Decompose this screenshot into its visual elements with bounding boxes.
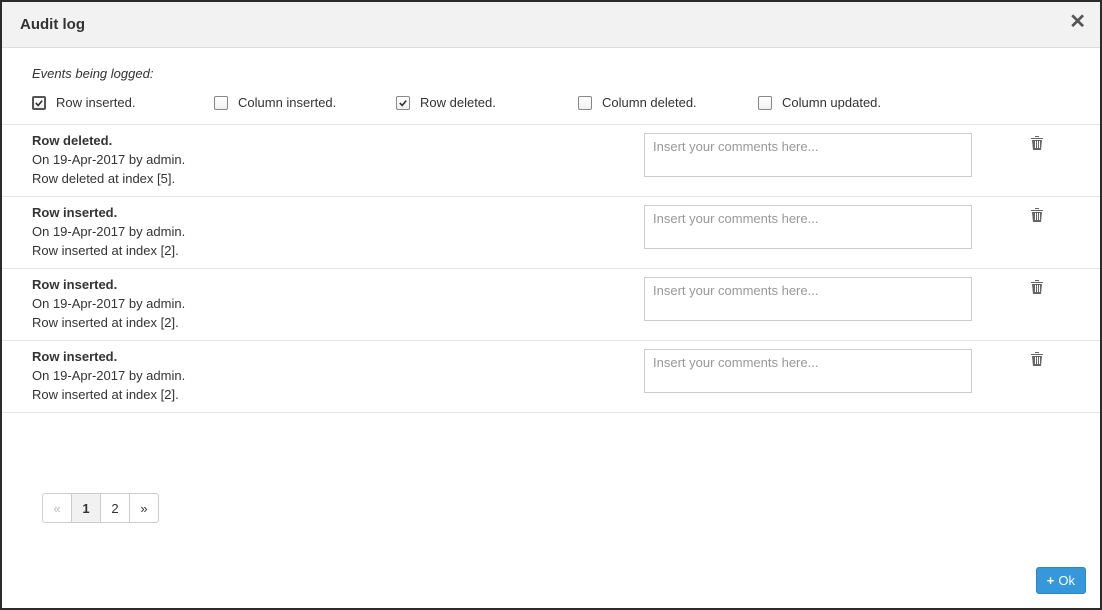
event-option-label: Column inserted.	[238, 95, 336, 110]
log-entry-title: Row inserted.	[32, 205, 644, 220]
events-options-row: Row inserted. Column inserted. Row delet…	[32, 95, 1070, 110]
checkbox-row-deleted[interactable]	[396, 96, 410, 110]
modal-title: Audit log	[20, 16, 85, 33]
close-icon[interactable]: ✕	[1069, 12, 1086, 32]
trash-icon[interactable]	[1030, 351, 1044, 367]
log-entry-info: Row inserted. On 19-Apr-2017 by admin. R…	[32, 349, 644, 402]
log-entry-info: Row inserted. On 19-Apr-2017 by admin. R…	[32, 205, 644, 258]
trash-icon[interactable]	[1030, 207, 1044, 223]
comment-input[interactable]	[644, 205, 972, 249]
event-option-column-deleted: Column deleted.	[578, 95, 758, 110]
event-option-row-inserted: Row inserted.	[32, 95, 214, 110]
event-option-row-deleted: Row deleted.	[396, 95, 578, 110]
log-entry-detail: Row inserted at index [2].	[32, 315, 644, 330]
trash-icon[interactable]	[1030, 135, 1044, 151]
log-entry-info: Row inserted. On 19-Apr-2017 by admin. R…	[32, 277, 644, 330]
event-option-column-updated: Column updated.	[758, 95, 881, 110]
log-entry-actions	[972, 205, 1070, 223]
events-filter: Events being logged: Row inserted. Colum…	[2, 48, 1100, 124]
page-prev-button[interactable]: «	[42, 493, 72, 523]
event-option-label: Row inserted.	[56, 95, 135, 110]
trash-icon[interactable]	[1030, 279, 1044, 295]
event-option-column-inserted: Column inserted.	[214, 95, 396, 110]
checkbox-column-inserted[interactable]	[214, 96, 228, 110]
log-entry-meta: On 19-Apr-2017 by admin.	[32, 152, 644, 167]
audit-log-modal: Audit log ✕ Events being logged: Row ins…	[0, 0, 1102, 610]
event-option-label: Column deleted.	[602, 95, 697, 110]
log-entry-detail: Row deleted at index [5].	[32, 171, 644, 186]
event-option-label: Column updated.	[782, 95, 881, 110]
comment-input[interactable]	[644, 133, 972, 177]
comment-input[interactable]	[644, 349, 972, 393]
log-entry-title: Row inserted.	[32, 349, 644, 364]
page-button-1[interactable]: 1	[71, 493, 101, 523]
comment-input[interactable]	[644, 277, 972, 321]
page-button-2[interactable]: 2	[100, 493, 130, 523]
log-entry-comment	[644, 277, 972, 324]
log-entry-detail: Row inserted at index [2].	[32, 243, 644, 258]
log-entry: Row inserted. On 19-Apr-2017 by admin. R…	[2, 341, 1100, 413]
event-option-label: Row deleted.	[420, 95, 496, 110]
log-entry-meta: On 19-Apr-2017 by admin.	[32, 368, 644, 383]
checkbox-row-inserted[interactable]	[32, 96, 46, 110]
events-title: Events being logged:	[32, 66, 1070, 81]
page-next-button[interactable]: »	[129, 493, 159, 523]
checkbox-column-deleted[interactable]	[578, 96, 592, 110]
log-entry: Row deleted. On 19-Apr-2017 by admin. Ro…	[2, 125, 1100, 197]
pagination: « 1 2 »	[42, 493, 1100, 523]
log-entry: Row inserted. On 19-Apr-2017 by admin. R…	[2, 269, 1100, 341]
log-entry-comment	[644, 133, 972, 180]
log-entry-actions	[972, 277, 1070, 295]
log-entry-actions	[972, 349, 1070, 367]
log-entry: Row inserted. On 19-Apr-2017 by admin. R…	[2, 197, 1100, 269]
log-entry-meta: On 19-Apr-2017 by admin.	[32, 296, 644, 311]
log-entry-comment	[644, 349, 972, 396]
log-entry-comment	[644, 205, 972, 252]
modal-header: Audit log ✕	[2, 2, 1100, 48]
log-entry-info: Row deleted. On 19-Apr-2017 by admin. Ro…	[32, 133, 644, 186]
log-entry-actions	[972, 133, 1070, 151]
ok-button-label: Ok	[1058, 573, 1075, 588]
ok-button[interactable]: + Ok	[1036, 567, 1086, 594]
log-entry-title: Row inserted.	[32, 277, 644, 292]
log-entry-meta: On 19-Apr-2017 by admin.	[32, 224, 644, 239]
plus-icon: +	[1047, 573, 1055, 588]
log-entry-detail: Row inserted at index [2].	[32, 387, 644, 402]
log-entries: Row deleted. On 19-Apr-2017 by admin. Ro…	[2, 124, 1100, 413]
log-entry-title: Row deleted.	[32, 133, 644, 148]
modal-footer: + Ok	[1036, 567, 1086, 594]
checkbox-column-updated[interactable]	[758, 96, 772, 110]
